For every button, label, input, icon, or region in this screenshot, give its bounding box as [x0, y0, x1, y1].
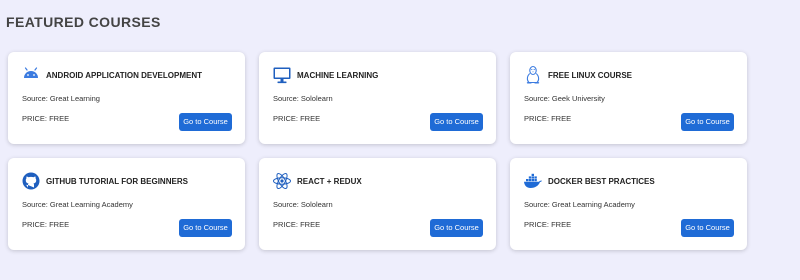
- course-title: REACT + REDUX: [297, 177, 362, 186]
- course-source: Source: Great Learning Academy: [524, 200, 635, 209]
- course-card-react: REACT + REDUX Source: Sololearn PRICE: F…: [259, 158, 496, 250]
- go-to-course-button[interactable]: Go to Course: [430, 113, 483, 131]
- go-to-course-button[interactable]: Go to Course: [681, 219, 734, 237]
- course-price: PRICE: FREE: [524, 220, 572, 229]
- course-source: Source: Sololearn: [273, 200, 333, 209]
- react-icon: [272, 171, 292, 191]
- course-card-github: GITHUB TUTORIAL FOR BEGINNERS Source: Gr…: [8, 158, 245, 250]
- course-card-android: ANDROID APPLICATION DEVELOPMENT Source: …: [8, 52, 245, 144]
- course-price: PRICE: FREE: [524, 114, 572, 123]
- course-card-machine-learning: MACHINE LEARNING Source: Sololearn PRICE…: [259, 52, 496, 144]
- course-source: Source: Geek University: [524, 94, 605, 103]
- go-to-course-button[interactable]: Go to Course: [179, 219, 232, 237]
- go-to-course-button[interactable]: Go to Course: [430, 219, 483, 237]
- desktop-icon: [272, 65, 292, 85]
- course-price: PRICE: FREE: [273, 220, 321, 229]
- linux-tux-icon: [523, 65, 543, 85]
- course-price: PRICE: FREE: [22, 114, 70, 123]
- course-price: PRICE: FREE: [22, 220, 70, 229]
- github-icon: [21, 171, 41, 191]
- course-card-docker: DOCKER BEST PRACTICES Source: Great Lear…: [510, 158, 747, 250]
- course-title: ANDROID APPLICATION DEVELOPMENT: [46, 71, 203, 80]
- docker-icon: [523, 171, 543, 191]
- course-title: FREE LINUX COURSE: [548, 71, 633, 80]
- course-source: Source: Great Learning: [22, 94, 100, 103]
- course-source: Source: Sololearn: [273, 94, 333, 103]
- course-title: DOCKER BEST PRACTICES: [548, 177, 655, 186]
- course-source: Source: Great Learning Academy: [22, 200, 133, 209]
- section-title: FEATURED COURSES: [6, 14, 161, 30]
- go-to-course-button[interactable]: Go to Course: [179, 113, 232, 131]
- go-to-course-button[interactable]: Go to Course: [681, 113, 734, 131]
- android-icon: [21, 65, 41, 85]
- course-card-linux: FREE LINUX COURSE Source: Geek Universit…: [510, 52, 747, 144]
- course-title: GITHUB TUTORIAL FOR BEGINNERS: [46, 177, 188, 186]
- course-title: MACHINE LEARNING: [297, 71, 379, 80]
- course-price: PRICE: FREE: [273, 114, 321, 123]
